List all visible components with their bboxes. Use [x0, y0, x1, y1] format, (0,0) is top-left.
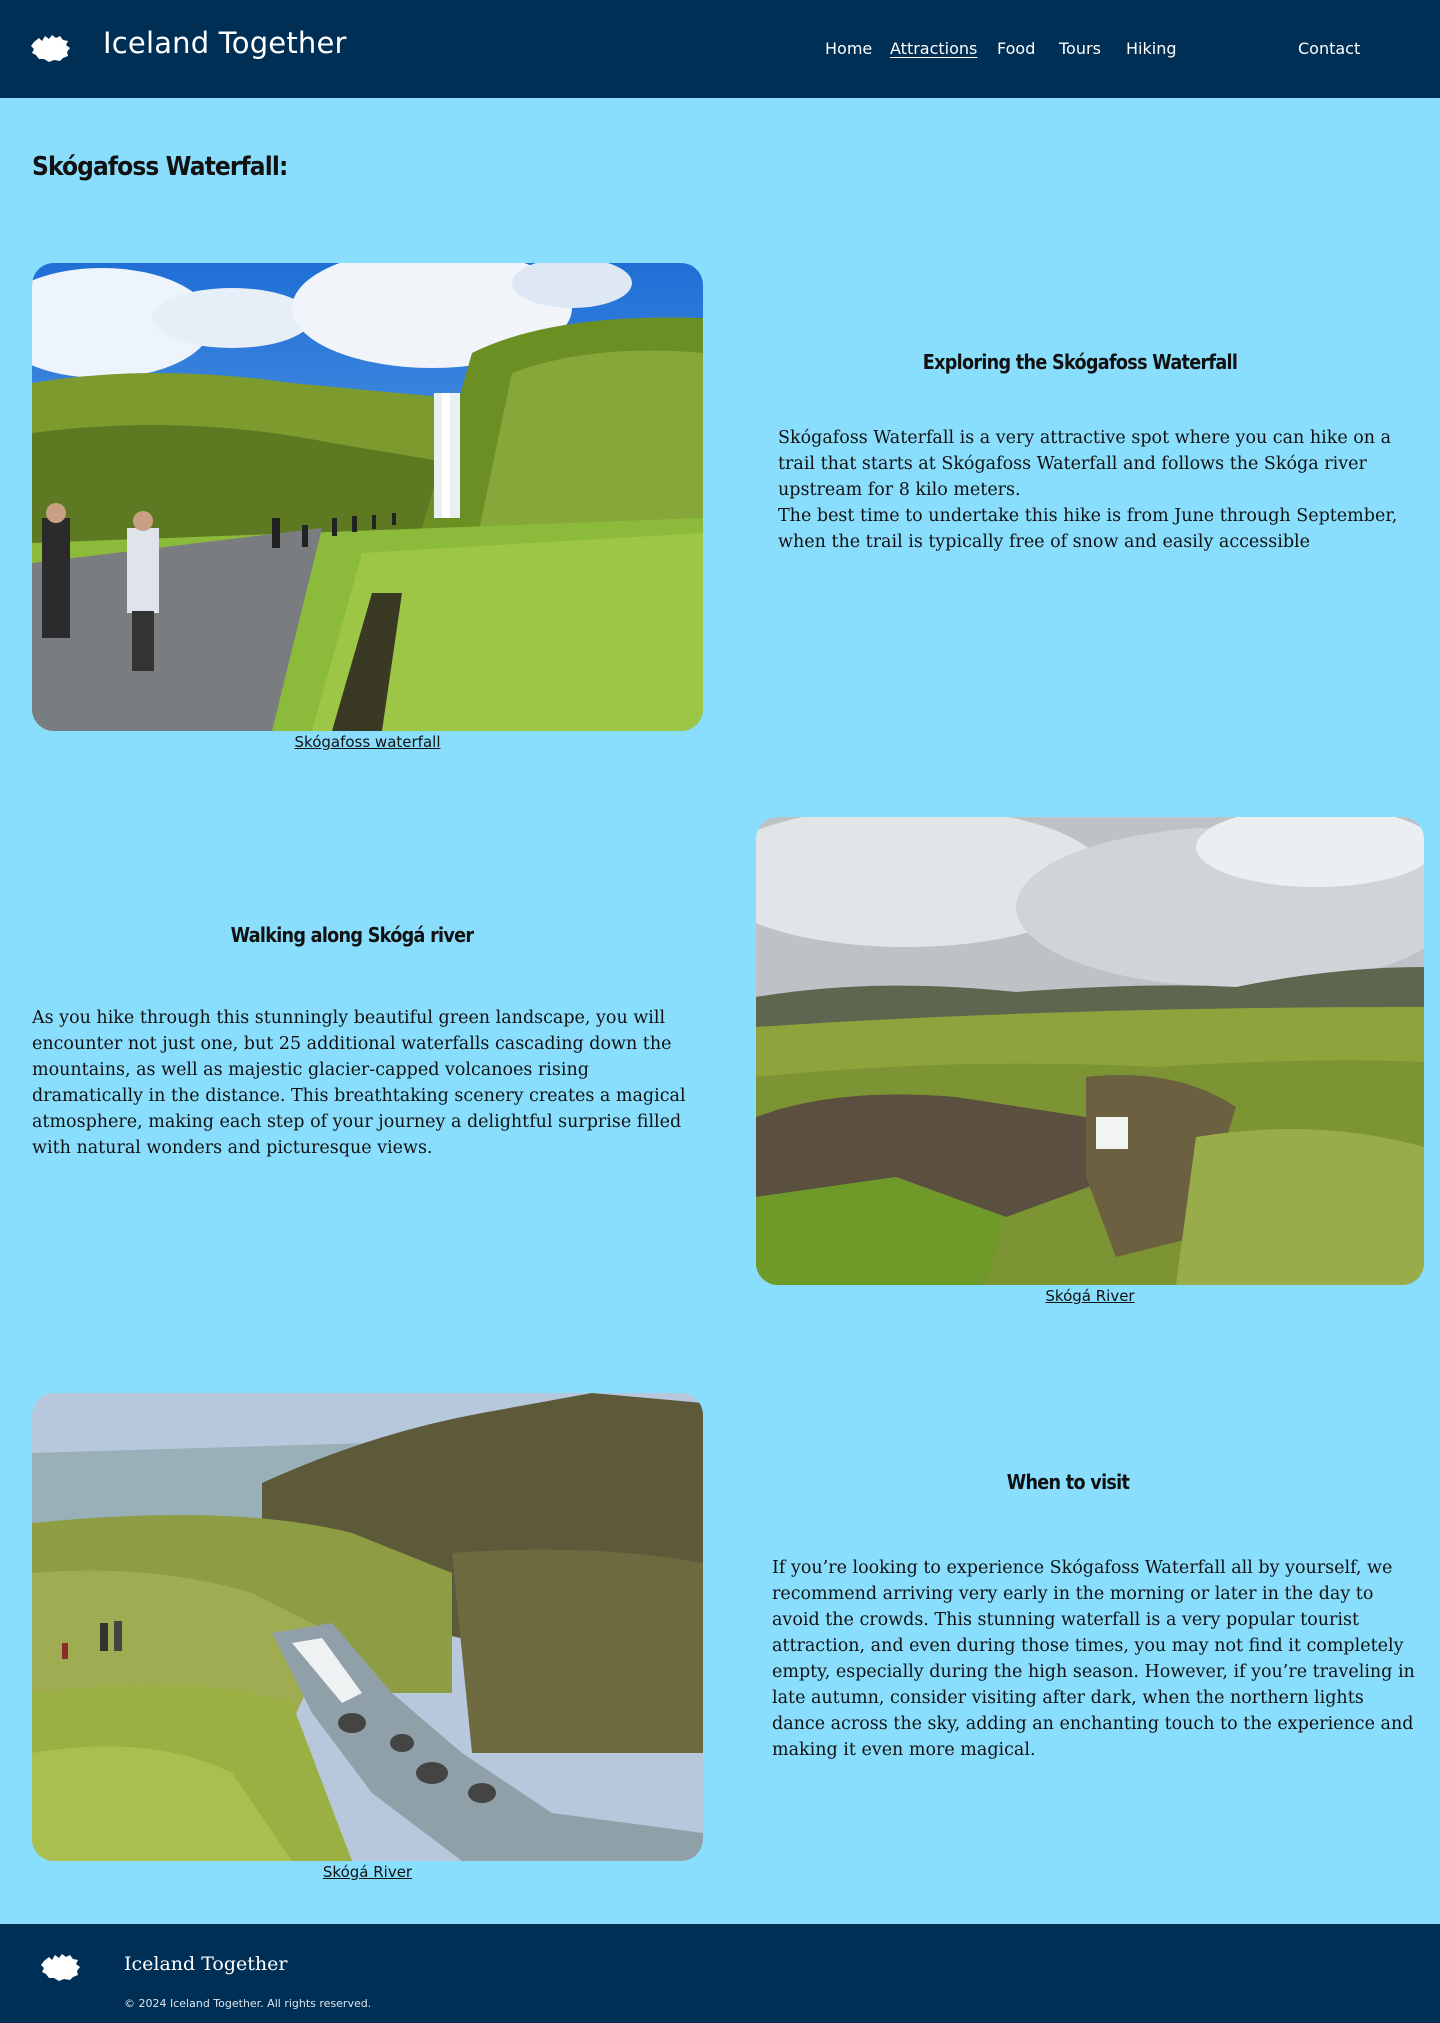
site-brand[interactable]: Iceland Together	[103, 26, 347, 60]
site-header: Iceland Together Home Attractions Food T…	[0, 0, 1440, 98]
photo-caption[interactable]: Skógá River	[756, 1287, 1424, 1305]
site-footer: Iceland Together © 2024 Iceland Together…	[0, 1924, 1440, 2023]
skoga-river-photo	[756, 817, 1424, 1285]
footer-copyright: © 2024 Iceland Together. All rights rese…	[124, 1997, 372, 2010]
page-title: Skógafoss Waterfall:	[32, 152, 288, 182]
section-text: If you’re looking to experience Skógafos…	[772, 1558, 1415, 1760]
section-heading: Exploring the Skógafoss Waterfall	[922, 350, 1238, 374]
section-text: Skógafoss Waterfall is a very attractive…	[778, 428, 1398, 552]
nav-tours[interactable]: Tours	[1059, 39, 1101, 58]
photo-caption[interactable]: Skógafoss waterfall	[32, 733, 703, 751]
nav-food[interactable]: Food	[997, 39, 1035, 58]
nav-hiking[interactable]: Hiking	[1126, 39, 1176, 58]
skogafoss-waterfall-photo	[32, 263, 703, 731]
section-heading: Walking along Skógá river	[230, 923, 474, 947]
iceland-map-icon	[41, 1954, 80, 1981]
iceland-map-icon[interactable]	[30, 32, 72, 64]
nav-home[interactable]: Home	[825, 39, 872, 58]
photo-caption[interactable]: Skógá River	[32, 1863, 703, 1881]
section-heading: When to visit	[1006, 1470, 1130, 1494]
skoga-river-canyon-photo	[32, 1393, 703, 1861]
nav-contact[interactable]: Contact	[1298, 39, 1360, 58]
nav-attractions[interactable]: Attractions	[890, 39, 977, 58]
footer-brand: Iceland Together	[124, 1953, 288, 1975]
section-text: As you hike through this stunningly beau…	[32, 1008, 686, 1158]
